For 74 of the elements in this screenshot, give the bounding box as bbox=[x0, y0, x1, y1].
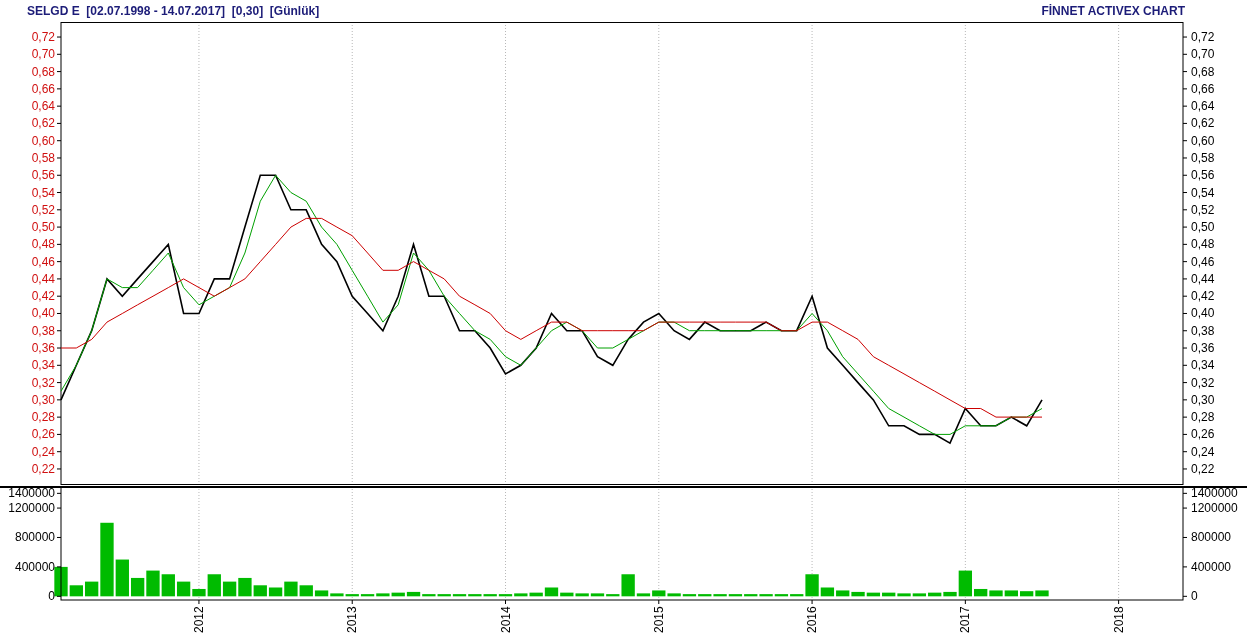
axis-label: 400000 bbox=[1191, 559, 1232, 574]
axis-label: 2015 bbox=[651, 606, 666, 633]
axis-label: 0,48 bbox=[31, 237, 55, 252]
axis-label: 0,50 bbox=[31, 220, 55, 235]
volume-bar bbox=[974, 588, 988, 597]
axis-label: 0,54 bbox=[1191, 185, 1215, 200]
axis-label: 0,28 bbox=[31, 410, 55, 425]
axis-label: 0,52 bbox=[31, 202, 55, 217]
axis-label: 0,66 bbox=[1191, 81, 1215, 96]
axis-label: 0,64 bbox=[1191, 99, 1215, 114]
axis-label: 0,26 bbox=[1191, 427, 1215, 442]
axis-label: 0,38 bbox=[1191, 323, 1215, 338]
axis-label: 0,50 bbox=[1191, 220, 1215, 235]
axis-label: 0,62 bbox=[31, 116, 55, 131]
axis-label: 0,24 bbox=[1191, 444, 1215, 459]
axis-label: 0,66 bbox=[31, 81, 55, 96]
axis-label: 0,48 bbox=[1191, 237, 1215, 252]
axis-label: 1400000 bbox=[1191, 486, 1238, 501]
axis-label: 0,58 bbox=[1191, 150, 1215, 165]
axis-label: 0,22 bbox=[31, 461, 55, 476]
axis-label: 0,70 bbox=[1191, 47, 1215, 62]
axis-label: 0 bbox=[48, 589, 55, 604]
axis-label: 0,24 bbox=[31, 444, 55, 459]
axis-label: 0,58 bbox=[31, 150, 55, 165]
axis-label: 2018 bbox=[1111, 606, 1126, 633]
axis-label: 0,42 bbox=[1191, 289, 1215, 304]
axis-label: 0,44 bbox=[31, 271, 55, 286]
axis-label: 0,44 bbox=[1191, 271, 1215, 286]
axis-label: 0,32 bbox=[31, 375, 55, 390]
axis-label: 0,72 bbox=[1191, 30, 1215, 45]
axis-label: 1400000 bbox=[8, 486, 55, 501]
axis-label: 0,68 bbox=[31, 64, 55, 79]
axis-label: 0,46 bbox=[31, 254, 55, 269]
axis-label: 0,30 bbox=[31, 392, 55, 407]
axis-label: 0,40 bbox=[1191, 306, 1215, 321]
axis-label: 0,60 bbox=[31, 133, 55, 148]
axis-label: 0,54 bbox=[31, 185, 55, 200]
axis-label: 2016 bbox=[805, 606, 820, 633]
volume-bar bbox=[146, 570, 160, 597]
axis-label: 0,68 bbox=[1191, 64, 1215, 79]
axis-label: 0,36 bbox=[1191, 341, 1215, 356]
axis-label: 0,60 bbox=[1191, 133, 1215, 148]
axis-label: 800000 bbox=[14, 530, 55, 545]
axis-label: 1200000 bbox=[8, 501, 55, 516]
axis-label: 0,42 bbox=[31, 289, 55, 304]
axis-label: 0,64 bbox=[31, 99, 55, 114]
axis-label: 400000 bbox=[14, 559, 55, 574]
axis-label: 0,34 bbox=[31, 358, 55, 373]
axis-label: 0,38 bbox=[31, 323, 55, 338]
axis-label: 0,32 bbox=[1191, 375, 1215, 390]
axis-label: 800000 bbox=[1191, 530, 1232, 545]
axis-label: 0,56 bbox=[1191, 168, 1215, 183]
axis-label: 0,36 bbox=[31, 341, 55, 356]
axis-label: 0,46 bbox=[1191, 254, 1215, 269]
axis-label: 0,26 bbox=[31, 427, 55, 442]
chart-brand: FİNNET ACTIVEX CHART bbox=[1041, 4, 1185, 18]
axis-label: 0,30 bbox=[1191, 392, 1215, 407]
axis-label: 0,34 bbox=[1191, 358, 1215, 373]
axis-label: 2012 bbox=[191, 606, 206, 633]
axis-label: 0,52 bbox=[1191, 202, 1215, 217]
axis-label: 0,40 bbox=[31, 306, 55, 321]
axis-label: 2017 bbox=[958, 606, 973, 633]
axis-label: 0 bbox=[1191, 589, 1198, 604]
axis-label: 0,28 bbox=[1191, 410, 1215, 425]
axis-label: 2013 bbox=[345, 606, 360, 633]
axis-label: 1200000 bbox=[1191, 501, 1238, 516]
axis-label: 2014 bbox=[498, 606, 513, 633]
axis-label: 0,62 bbox=[1191, 116, 1215, 131]
axis-label: 0,70 bbox=[31, 47, 55, 62]
chart-title: SELGD E [02.07.1998 - 14.07.2017] [0,30] [Günlük] bbox=[27, 4, 320, 18]
axis-label: 0,56 bbox=[31, 168, 55, 183]
axis-label: 0,72 bbox=[31, 30, 55, 45]
axis-label: 0,22 bbox=[1191, 461, 1215, 476]
volume-bar bbox=[131, 577, 145, 597]
